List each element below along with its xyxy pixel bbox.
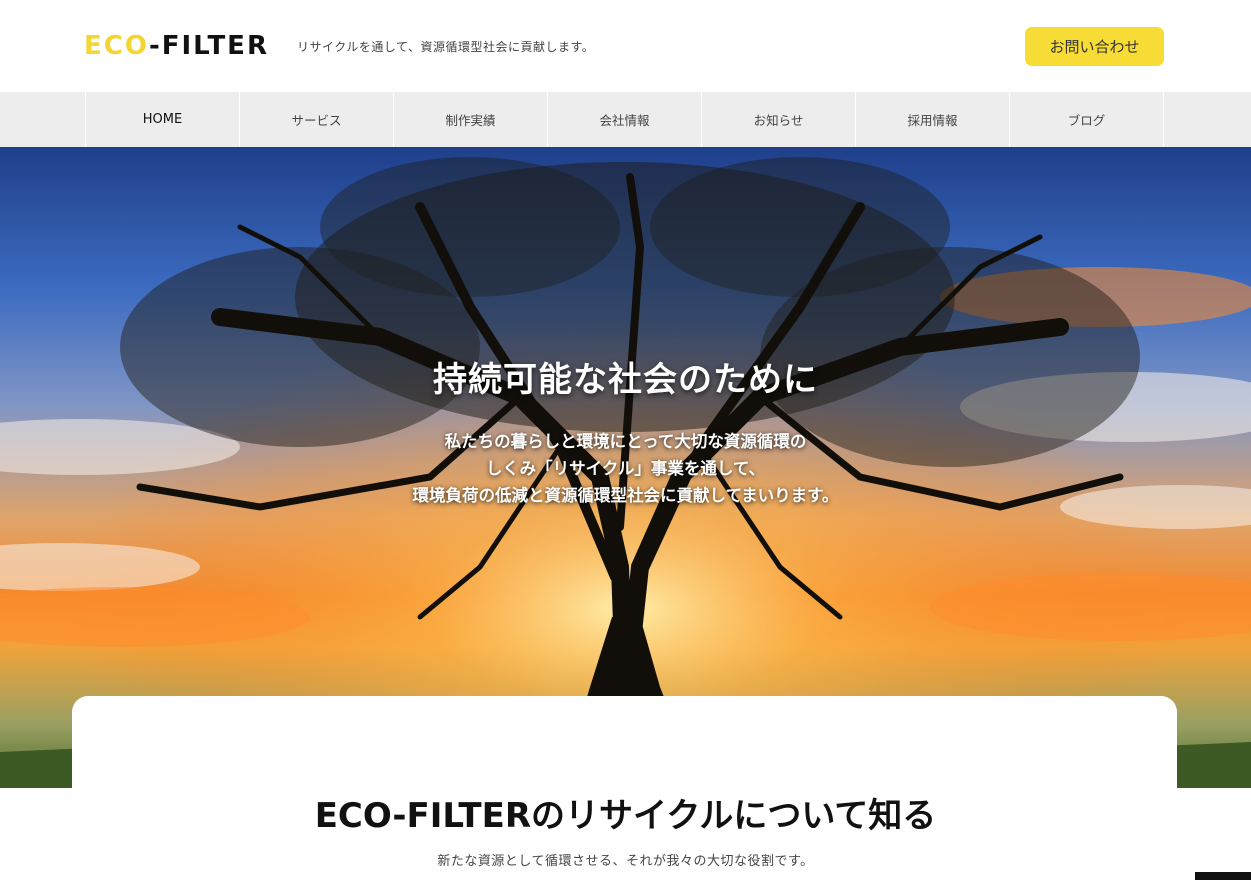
site-logo[interactable]: ECO -FILTER [84, 32, 269, 60]
global-nav: HOME サービス 制作実績 会社情報 お知らせ 採用情報 ブログ [0, 92, 1251, 147]
page-top-button[interactable] [1195, 872, 1251, 880]
hero-description-line: 私たちの暮らしと環境にとって大切な資源循環の [444, 432, 807, 451]
hero-description-line: しくみ「リサイクル」事業を通して、 [485, 459, 765, 478]
hero-description-line: 環境負荷の低減と資源循環型社会に貢献してまいります。 [412, 486, 839, 505]
logo-filter-text: -FILTER [148, 31, 269, 61]
hero-description: 私たちの暮らしと環境にとって大切な資源循環の しくみ「リサイクル」事業を通して、… [0, 428, 1251, 509]
site-tagline: リサイクルを通して、資源循環型社会に貢献します。 [297, 40, 595, 54]
nav-item-service[interactable]: サービス [240, 92, 394, 147]
section-subtitle: 新たな資源として循環させる、それが我々の大切な役割です。 [437, 854, 814, 869]
nav-item-works[interactable]: 制作実績 [394, 92, 548, 147]
section-title: ECO-FILTERのリサイクルについて知る [314, 796, 937, 836]
hero-section: 持続可能な社会のために 私たちの暮らしと環境にとって大切な資源循環の しくみ「リ… [0, 147, 1251, 788]
logo-eco-text: ECO [84, 31, 149, 61]
nav-item-home[interactable]: HOME [86, 92, 240, 147]
contact-button[interactable]: お問い合わせ [1025, 27, 1164, 66]
nav-item-news[interactable]: お知らせ [702, 92, 856, 147]
site-header: ECO -FILTER リサイクルを通して、資源循環型社会に貢献します。 お問い合… [0, 0, 1251, 92]
nav-item-recruit[interactable]: 採用情報 [856, 92, 1010, 147]
hero-title: 持続可能な社会のために [433, 360, 818, 400]
nav-item-company[interactable]: 会社情報 [548, 92, 702, 147]
nav-item-blog[interactable]: ブログ [1010, 92, 1164, 147]
